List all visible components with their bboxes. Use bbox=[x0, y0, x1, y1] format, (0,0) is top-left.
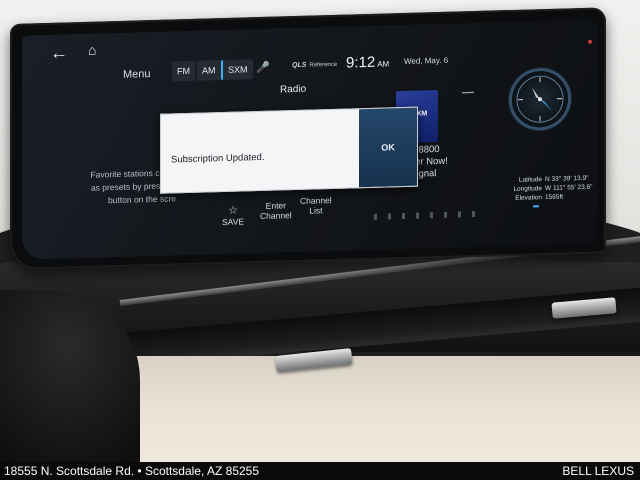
location-readout: Latitude N 33° 39' 13.9" Longitude W 111° … bbox=[512, 174, 592, 203]
elevation-label: Elevation bbox=[515, 194, 542, 202]
date-display: Wed, May. 6 bbox=[404, 55, 449, 66]
channel-list-button[interactable]: Channel List bbox=[300, 195, 332, 216]
subscription-dialog: Subscription Updated. OK bbox=[160, 106, 418, 194]
star-icon: ☆ bbox=[228, 204, 238, 217]
page-indicator bbox=[533, 205, 539, 208]
dealer-name: BELL LEXUS bbox=[562, 464, 634, 478]
favorites-hint-line: button on the scre bbox=[107, 193, 176, 206]
menu-button[interactable]: Menu bbox=[123, 68, 151, 81]
microphone-icon[interactable]: 🎤 bbox=[256, 61, 270, 74]
seek-bar[interactable] bbox=[374, 210, 504, 220]
enter-channel-button[interactable]: Enter Channel bbox=[260, 200, 292, 221]
save-button[interactable]: ☆ SAVE bbox=[222, 205, 244, 227]
reference-label: Reference bbox=[309, 61, 338, 69]
save-label: SAVE bbox=[222, 216, 245, 228]
clock-ampm: AM bbox=[377, 59, 390, 69]
home-icon[interactable]: ⌂ bbox=[88, 42, 96, 58]
status-indicator bbox=[588, 39, 592, 44]
channel-list-label-1: Channel bbox=[300, 195, 332, 206]
longitude-value: W 111° 55' 23.6" bbox=[545, 183, 593, 193]
reference-audio-button[interactable]: QLS Reference bbox=[292, 61, 337, 69]
latitude-value: N 33° 39' 13.9" bbox=[545, 174, 589, 184]
clock: 9:12 AM bbox=[346, 53, 390, 72]
ok-button[interactable]: OK bbox=[359, 107, 417, 188]
band-sxm-button[interactable]: SXM bbox=[221, 59, 253, 81]
page-title: Radio bbox=[280, 83, 307, 96]
channel-list-label-2: List bbox=[309, 205, 323, 216]
band-am-button[interactable]: AM bbox=[197, 60, 221, 81]
compass-icon bbox=[512, 70, 568, 128]
infotainment-display: ← ⌂ Menu FM AM SXM 🎤 QLS Reference 9:12 AM… bbox=[10, 7, 606, 271]
dialog-message: Subscription Updated. bbox=[171, 151, 265, 166]
dealer-address: 18555 N. Scottsdale Rd. • Scottsdale, AZ… bbox=[4, 464, 260, 478]
radio-screen: ← ⌂ Menu FM AM SXM 🎤 QLS Reference 9:12 AM… bbox=[22, 19, 598, 260]
enter-channel-label-2: Channel bbox=[260, 210, 292, 222]
back-arrow-icon[interactable]: ← bbox=[50, 42, 68, 64]
band-fm-button[interactable]: FM bbox=[172, 60, 195, 82]
elevation-value: 1565ft bbox=[545, 193, 564, 202]
channel-badge: ▬▬▬ bbox=[462, 89, 474, 95]
dashboard-photo: ← ⌂ Menu FM AM SXM 🎤 QLS Reference 9:12 AM… bbox=[0, 0, 640, 462]
dealer-footer: 18555 N. Scottsdale Rd. • Scottsdale, AZ… bbox=[0, 462, 640, 480]
reference-brand: QLS bbox=[292, 61, 307, 70]
clock-time: 9:12 bbox=[346, 53, 376, 72]
